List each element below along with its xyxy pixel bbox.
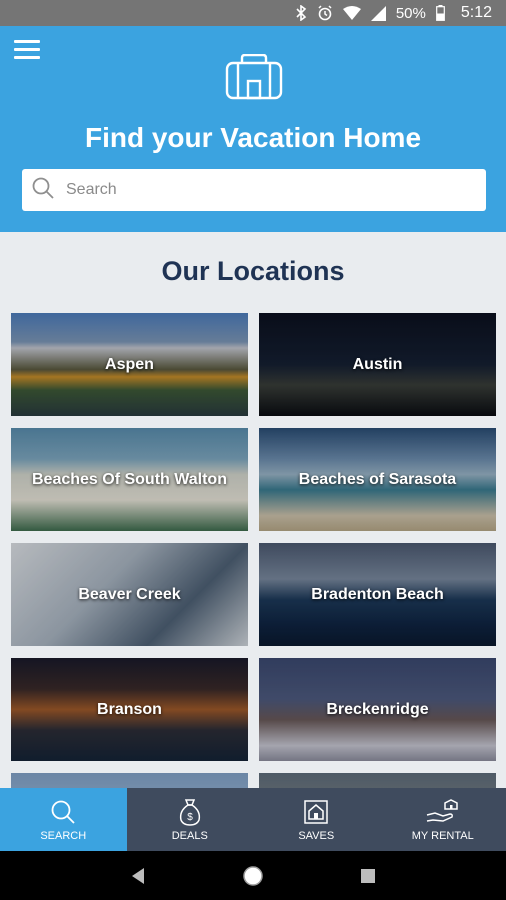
- battery-percent: 50%: [395, 4, 426, 22]
- location-card-partial[interactable]: [259, 773, 496, 788]
- location-card-branson[interactable]: Branson: [11, 658, 248, 761]
- location-card-beaver-creek[interactable]: Beaver Creek: [11, 543, 248, 646]
- status-bar: 50% 5:12: [0, 0, 506, 26]
- recents-icon[interactable]: [353, 861, 383, 891]
- back-icon[interactable]: [123, 861, 153, 891]
- search-icon: [32, 177, 54, 204]
- header: Find your Vacation Home: [0, 26, 506, 232]
- location-label: Beaches of Sarasota: [298, 470, 457, 488]
- bottom-nav: SEARCH $ DEALS SAVES MY RENTAL: [0, 788, 506, 851]
- nav-search-label: SEARCH: [40, 830, 87, 842]
- nav-saves-label: SAVES: [298, 830, 335, 842]
- locations-title: Our Locations: [161, 256, 345, 286]
- hand-home-icon: [425, 797, 461, 827]
- location-label: Breckenridge: [326, 700, 429, 718]
- location-card-breckenridge[interactable]: Breckenridge: [259, 658, 496, 761]
- status-time: 5:12: [460, 4, 492, 21]
- signal-icon: [370, 4, 386, 22]
- nav-search[interactable]: SEARCH: [0, 788, 127, 851]
- location-card-bradenton-beach[interactable]: Bradenton Beach: [259, 543, 496, 646]
- page-title: Find your Vacation Home: [84, 122, 422, 153]
- home-icon[interactable]: [238, 861, 268, 891]
- location-label: Bradenton Beach: [311, 585, 444, 603]
- search-input[interactable]: [66, 181, 466, 199]
- location-card-beaches-of-sarasota[interactable]: Beaches of Sarasota: [259, 428, 496, 531]
- nav-my-rental-label: MY RENTAL: [411, 830, 474, 842]
- alarm-icon: [317, 4, 333, 22]
- bluetooth-icon: [295, 4, 307, 22]
- location-card-austin[interactable]: Austin: [259, 313, 496, 416]
- nav-deals-label: DEALS: [171, 830, 208, 842]
- location-card-beaches-of-south-walton[interactable]: Beaches Of South Walton: [11, 428, 248, 531]
- nav-saves[interactable]: SAVES: [253, 788, 380, 851]
- search-icon: [50, 797, 76, 827]
- battery-icon: [435, 4, 445, 22]
- location-label: Branson: [97, 700, 162, 718]
- system-nav-bar: [0, 851, 506, 900]
- location-label: Aspen: [105, 355, 154, 373]
- suitcase-logo-icon: [224, 53, 284, 100]
- location-label: Beaver Creek: [78, 585, 181, 603]
- location-label: Austin: [352, 355, 403, 373]
- hamburger-menu-icon[interactable]: [14, 40, 40, 62]
- nav-my-rental[interactable]: MY RENTAL: [380, 788, 506, 851]
- locations-grid: Aspen Austin Beaches Of South Walton Bea…: [11, 313, 496, 788]
- search-box[interactable]: [22, 169, 486, 211]
- location-card-partial[interactable]: [11, 773, 248, 788]
- wifi-icon: [342, 4, 361, 22]
- location-card-aspen[interactable]: Aspen: [11, 313, 248, 416]
- saved-home-icon: [303, 797, 329, 827]
- location-label: Beaches Of South Walton: [32, 470, 227, 488]
- svg-text:$: $: [187, 812, 193, 823]
- money-bag-icon: $: [178, 797, 202, 827]
- nav-deals[interactable]: $ DEALS: [127, 788, 254, 851]
